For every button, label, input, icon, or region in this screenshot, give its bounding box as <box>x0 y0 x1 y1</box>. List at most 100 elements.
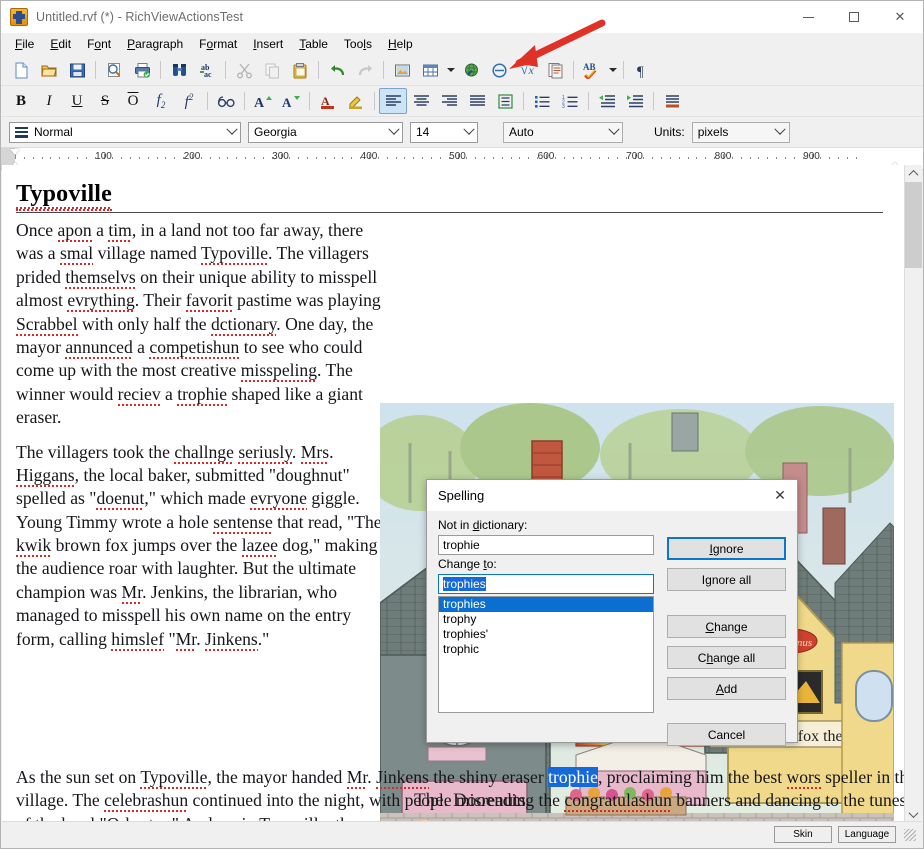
scroll-up-button[interactable] <box>905 165 922 182</box>
ruler-tick <box>502 157 503 159</box>
minimize-button[interactable] <box>785 1 831 33</box>
menu-table[interactable]: Table <box>291 35 336 53</box>
ruler-tick <box>493 157 494 159</box>
insert-note-icon[interactable] <box>541 57 569 83</box>
bold-button[interactable]: B <box>7 88 35 114</box>
print-icon[interactable] <box>128 57 156 83</box>
menu-insert[interactable]: Insert <box>245 35 291 53</box>
cut-scissors-icon[interactable] <box>230 57 258 83</box>
close-icon[interactable]: ✕ <box>763 480 797 511</box>
ignore-button[interactable]: Ignore <box>667 537 786 560</box>
grow-font-icon[interactable]: A <box>249 88 277 114</box>
hidden-text-glasses-icon[interactable] <box>212 88 240 114</box>
menu-help[interactable]: Help <box>380 35 421 53</box>
menu-format[interactable]: Format <box>191 35 245 53</box>
shrink-font-icon[interactable]: A <box>277 88 305 114</box>
vertical-scrollbar[interactable] <box>904 165 922 823</box>
add-button[interactable]: Add <box>667 677 786 700</box>
chevron-down-icon[interactable] <box>460 123 477 142</box>
cancel-button[interactable]: Cancel <box>667 723 786 746</box>
superscript-button[interactable]: f2 <box>175 88 203 114</box>
font-name-combo[interactable]: Georgia <box>248 122 403 143</box>
language-button[interactable]: Language <box>838 826 896 843</box>
align-right-button[interactable] <box>435 88 463 114</box>
new-document-icon[interactable] <box>7 57 35 83</box>
misspelled-word: tim <box>108 220 131 242</box>
find-binoculars-icon[interactable] <box>165 57 193 83</box>
align-center-button[interactable] <box>407 88 435 114</box>
increase-indent-button[interactable] <box>621 88 649 114</box>
bullet-list-button[interactable] <box>528 88 556 114</box>
insert-table-dropdown-arrow[interactable] <box>444 58 457 82</box>
suggestion-item[interactable]: trophies' <box>439 627 653 642</box>
numbered-list-button[interactable]: 123 <box>556 88 584 114</box>
insert-formula-icon[interactable]: √x <box>513 57 541 83</box>
not-in-dictionary-field[interactable]: trophie <box>438 535 654 555</box>
ruler-label: 400 <box>361 151 378 162</box>
misspelled-word: lazee <box>242 535 278 557</box>
save-disk-icon[interactable] <box>63 57 91 83</box>
change-to-field[interactable]: trophies <box>438 574 654 594</box>
ruler-tick <box>33 157 34 159</box>
change-button[interactable]: Change <box>667 615 786 638</box>
chevron-down-icon[interactable] <box>385 123 402 142</box>
decrease-indent-button[interactable] <box>593 88 621 114</box>
scrollbar-thumb[interactable] <box>905 182 922 268</box>
spelling-dialog[interactable]: Spelling ✕ Not in dictionary: trophie Ch… <box>426 479 798 743</box>
align-left-button[interactable] <box>379 88 407 114</box>
paste-icon[interactable] <box>286 57 314 83</box>
underline-button[interactable]: U <box>63 88 91 114</box>
zoom-combo[interactable]: Auto <box>503 122 623 143</box>
insert-hyperlink-icon[interactable] <box>457 57 485 83</box>
chevron-down-icon[interactable] <box>605 123 622 142</box>
line-spacing-button[interactable] <box>491 88 519 114</box>
subscript-button[interactable]: f2 <box>147 88 175 114</box>
menu-edit[interactable]: Edit <box>42 35 79 53</box>
open-folder-icon[interactable] <box>35 57 63 83</box>
suggestion-item[interactable]: trophies <box>439 597 653 612</box>
scrollbar-track[interactable] <box>905 268 922 806</box>
menu-font[interactable]: Font <box>79 35 119 53</box>
strikeout-button[interactable]: S <box>91 88 119 114</box>
insert-picture-icon[interactable] <box>388 57 416 83</box>
paragraph-style-combo[interactable]: Normal <box>9 122 241 143</box>
maximize-button[interactable] <box>831 1 877 33</box>
menu-tools[interactable]: Tools <box>336 35 380 53</box>
paragraph-border-button[interactable] <box>658 88 686 114</box>
misspelled-word: seriusly <box>238 442 292 464</box>
ruler-tick <box>289 157 290 159</box>
misspelled-word: reciev <box>118 384 161 406</box>
suggestion-item[interactable]: trophy <box>439 612 653 627</box>
font-size-combo[interactable]: 14 <box>410 122 478 143</box>
ignore-all-button[interactable]: Ignore all <box>667 568 786 591</box>
resize-grip[interactable] <box>904 829 916 841</box>
show-paragraph-marks-icon[interactable]: ¶ <box>628 57 656 83</box>
print-preview-icon[interactable] <box>100 57 128 83</box>
units-combo[interactable]: pixels <box>692 122 790 143</box>
ruler-tick <box>422 157 423 159</box>
change-all-button[interactable]: Change all <box>667 646 786 669</box>
overline-button[interactable]: O <box>119 88 147 114</box>
suggestions-list[interactable]: trophiestrophytrophies'trophic <box>438 596 654 713</box>
suggestion-item[interactable]: trophic <box>439 642 653 657</box>
copy-icon[interactable] <box>258 57 286 83</box>
first-line-indent-marker[interactable] <box>10 149 20 155</box>
spelling-check-icon[interactable]: AB <box>578 57 606 83</box>
redo-icon[interactable] <box>351 57 379 83</box>
highlight-color-icon[interactable] <box>342 88 370 114</box>
align-justify-button[interactable] <box>463 88 491 114</box>
chevron-down-icon[interactable] <box>223 123 240 142</box>
skin-button[interactable]: Skin <box>774 826 832 843</box>
replace-abac-icon[interactable]: abac <box>193 57 221 83</box>
italic-button[interactable]: I <box>35 88 63 114</box>
spelling-dropdown-arrow[interactable] <box>606 58 619 82</box>
close-button[interactable]: ✕ <box>877 1 923 33</box>
insert-symbol-icon[interactable] <box>485 57 513 83</box>
insert-table-icon[interactable] <box>416 57 444 83</box>
menu-paragraph[interactable]: Paragraph <box>119 35 191 53</box>
ruler-tick <box>705 157 706 159</box>
menu-file[interactable]: File <box>7 35 42 53</box>
font-color-icon[interactable]: A <box>314 88 342 114</box>
chevron-down-icon[interactable] <box>772 123 789 142</box>
undo-icon[interactable] <box>323 57 351 83</box>
